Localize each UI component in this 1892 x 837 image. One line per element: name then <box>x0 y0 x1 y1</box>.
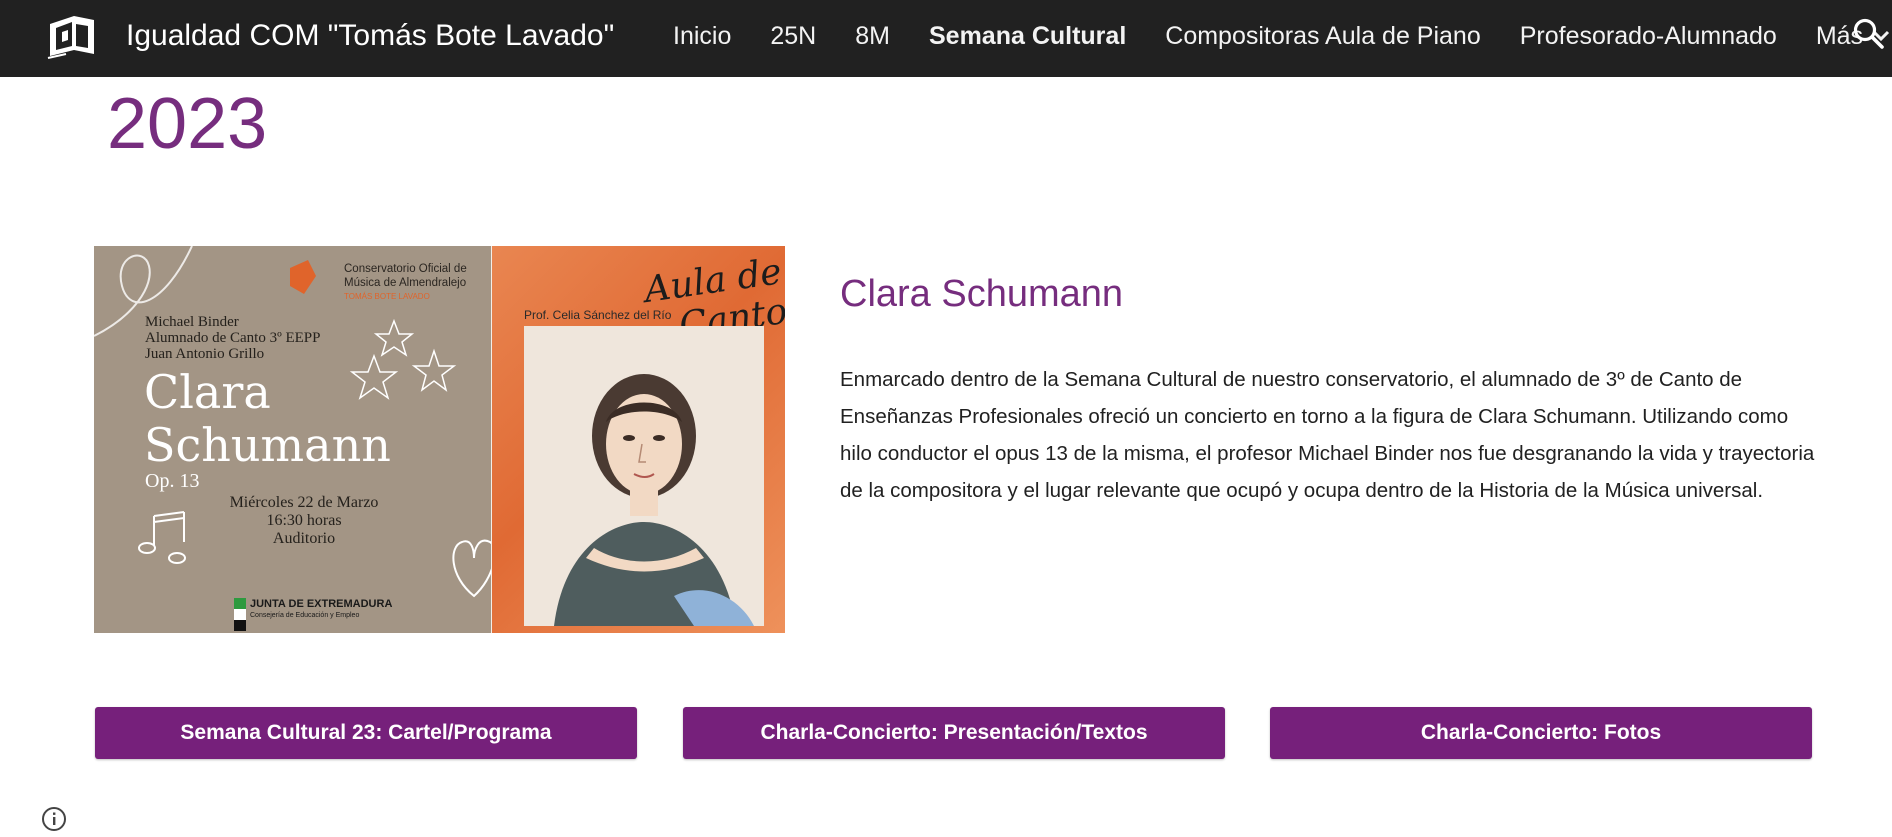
poster-date-line: 16:30 horas <box>266 512 342 529</box>
fotos-button[interactable]: Charla-Concierto: Fotos <box>1270 707 1812 759</box>
nav-item-compositoras-aula-de-piano[interactable]: Compositoras Aula de Piano <box>1165 18 1480 54</box>
site-title[interactable]: Igualdad COM "Tomás Bote Lavado" <box>126 18 614 54</box>
poster-junta-sub: Consejería de Educación y Empleo <box>250 612 360 619</box>
concert-poster-image[interactable]: Conservatorio Oficial de Música de Almen… <box>94 246 785 633</box>
poster-right-panel: Aula de Canto Prof. Celia Sánchez del Rí… <box>492 246 785 633</box>
poster-name-line: Alumnado de Canto 3º EEPP <box>145 330 321 346</box>
poster-date-line: Miércoles 22 de Marzo <box>229 494 379 511</box>
poster-conservatorio-sub: TOMÁS BOTE LAVADO <box>344 292 430 301</box>
junta-flag-icon <box>234 598 246 631</box>
section-body-text: Enmarcado dentro de la Semana Cultural d… <box>840 368 1815 502</box>
poster-title-line: Schumann <box>144 418 391 472</box>
main-nav: Inicio 25N 8M Semana Cultural Compositor… <box>673 18 1891 54</box>
poster-conservatorio-text: Conservatorio Oficial de Música de Almen… <box>344 262 494 304</box>
nav-item-25n[interactable]: 25N <box>770 18 816 54</box>
poster-conservatorio-name: Conservatorio Oficial de Música de Almen… <box>344 263 467 289</box>
presentacion-textos-button[interactable]: Charla-Concierto: Presentación/Textos <box>683 707 1225 759</box>
poster-name-line: Juan Antonio Grillo <box>145 346 265 362</box>
search-icon[interactable] <box>1852 17 1886 51</box>
portrait-illustration-icon <box>524 326 764 626</box>
poster-title: Clara Schumann <box>144 366 404 472</box>
poster-names: Michael Binder Alumnado de Canto 3º EEPP… <box>145 314 375 362</box>
nav-item-8m[interactable]: 8M <box>855 18 890 54</box>
info-icon[interactable] <box>41 806 67 832</box>
year-heading: 2023 <box>107 84 268 164</box>
poster-date-line: Auditorio <box>272 530 336 547</box>
poster-date: Miércoles 22 de Marzo 16:30 horas Audito… <box>204 494 404 548</box>
poster-title-line: Clara <box>144 365 271 419</box>
poster-prof: Prof. Celia Sánchez del Río <box>524 308 672 322</box>
nav-item-inicio[interactable]: Inicio <box>673 18 731 54</box>
poster-opus: Op. 13 <box>145 470 200 492</box>
site-logo-icon[interactable] <box>44 10 100 62</box>
nav-item-semana-cultural[interactable]: Semana Cultural <box>929 18 1126 54</box>
poster-junta: JUNTA DE EXTREMADURA Consejería de Educa… <box>250 598 392 622</box>
poster-name-line: Michael Binder <box>145 314 239 330</box>
nav-item-profesorado-alumnado[interactable]: Profesorado-Alumnado <box>1520 18 1777 54</box>
section-heading: Clara Schumann <box>840 273 1124 315</box>
poster-junta-name: JUNTA DE EXTREMADURA <box>250 598 393 610</box>
poster-left-panel: Conservatorio Oficial de Música de Almen… <box>94 246 492 633</box>
top-navigation-bar: Igualdad COM "Tomás Bote Lavado" Inicio … <box>0 0 1892 77</box>
cartel-programa-button[interactable]: Semana Cultural 23: Cartel/Programa <box>95 707 637 759</box>
